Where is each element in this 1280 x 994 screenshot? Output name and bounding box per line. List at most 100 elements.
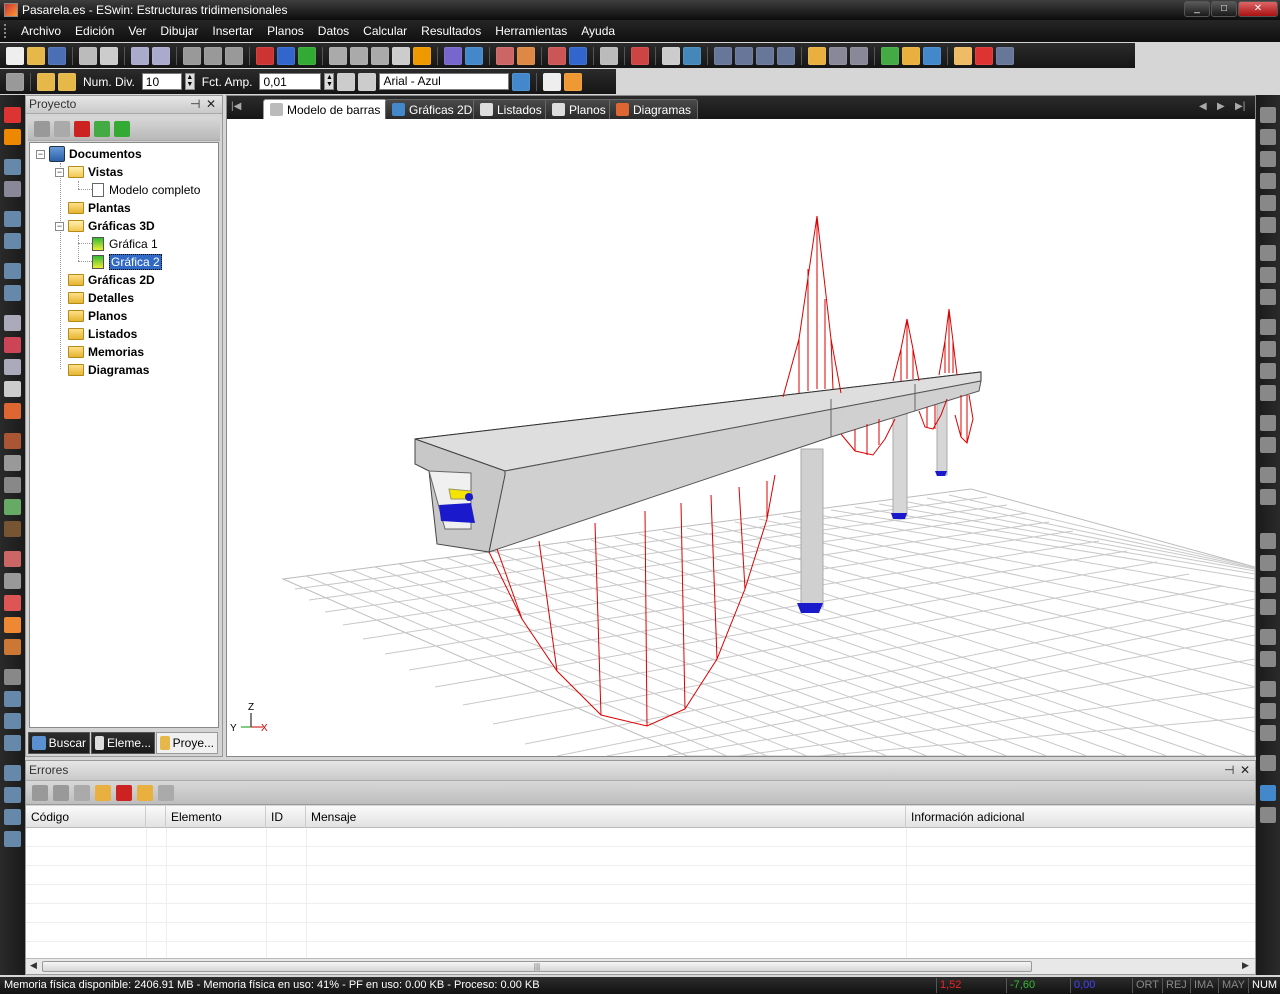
tool-6-icon[interactable]	[4, 233, 21, 249]
collapse-icon[interactable]: −	[55, 167, 64, 177]
align-4-icon[interactable]	[1260, 599, 1276, 615]
open-folder-icon[interactable]	[27, 46, 45, 65]
minimize-button[interactable]: _	[1184, 1, 1210, 17]
menu-resultados[interactable]: Resultados	[414, 20, 488, 42]
line-tool-icon[interactable]	[4, 315, 21, 331]
eraser-icon[interactable]	[517, 46, 535, 65]
color-icon[interactable]	[512, 72, 531, 91]
tool-1-icon[interactable]	[4, 107, 21, 123]
support-2[interactable]	[891, 513, 907, 519]
slab-icon[interactable]	[4, 455, 21, 471]
zoom-icon[interactable]	[329, 46, 347, 65]
structure-3d-canvas[interactable]: Z Y X	[227, 119, 1255, 756]
array-icon[interactable]	[1260, 245, 1276, 261]
tab-graficas-2d[interactable]: Gráficas 2D	[385, 99, 480, 119]
refresh-icon[interactable]	[975, 46, 993, 65]
select-error-icon[interactable]	[95, 784, 111, 801]
tool-7-icon[interactable]	[4, 263, 21, 279]
node-icon[interactable]	[1260, 385, 1276, 401]
prev-error-icon[interactable]	[32, 784, 48, 801]
load-2-icon[interactable]	[4, 713, 21, 729]
close-panel-icon[interactable]: ✕	[206, 96, 216, 113]
menu-herramientas[interactable]: Herramientas	[488, 20, 574, 42]
tab-listados[interactable]: Listados	[473, 99, 549, 119]
print-errors-icon[interactable]	[74, 784, 90, 801]
save-icon[interactable]	[48, 46, 66, 65]
col-informacion[interactable]: Información adicional	[906, 806, 1255, 828]
col-mensaje[interactable]: Mensaje	[306, 806, 906, 828]
line-icon[interactable]	[1260, 341, 1276, 357]
sum-blue-icon[interactable]	[277, 46, 295, 65]
pier-2[interactable]	[892, 413, 908, 517]
font-icon[interactable]	[358, 72, 377, 91]
hatch-4-icon[interactable]	[4, 617, 21, 633]
pin-icon[interactable]: ⊣	[190, 96, 200, 113]
nodes-icon[interactable]	[444, 46, 462, 65]
units-icon[interactable]	[996, 46, 1014, 65]
print-preview-icon[interactable]	[100, 46, 118, 65]
fill-tool-icon[interactable]	[4, 403, 21, 419]
layers-edit-icon[interactable]	[58, 72, 76, 91]
ec-icon[interactable]	[548, 46, 566, 65]
menu-edicion[interactable]: Edición	[68, 20, 121, 42]
scroll-left-icon[interactable]: ◀	[30, 960, 37, 971]
rotate-icon[interactable]	[1260, 129, 1276, 145]
grid-icon[interactable]	[808, 46, 826, 65]
grid-dots-icon[interactable]	[829, 46, 847, 65]
dimension-icon[interactable]	[1260, 415, 1276, 431]
tab-planos[interactable]: Planos	[545, 99, 613, 119]
tab-elementos[interactable]: Eleme...	[91, 732, 155, 754]
load-icon[interactable]	[4, 691, 21, 707]
menu-ayuda[interactable]: Ayuda	[574, 20, 622, 42]
menu-datos[interactable]: Datos	[311, 20, 356, 42]
new-file-icon[interactable]	[6, 46, 24, 65]
print-r-icon[interactable]	[1260, 807, 1276, 823]
project-sync-icon[interactable]	[114, 120, 130, 137]
wall-icon[interactable]	[4, 433, 21, 449]
menu-insertar[interactable]: Insertar	[205, 20, 260, 42]
dimension-2-icon[interactable]	[1260, 437, 1276, 453]
tree-node-modelo-completo[interactable]: Modelo completo	[92, 181, 200, 199]
delete-icon[interactable]	[183, 46, 201, 65]
distribute-icon[interactable]	[777, 46, 795, 65]
tab-buscar[interactable]: Buscar	[28, 732, 90, 754]
horizontal-scrollbar[interactable]: ◀ ||| ▶	[26, 958, 1255, 974]
collapse-icon[interactable]: −	[36, 149, 45, 159]
line-red-icon[interactable]	[4, 337, 21, 353]
note-icon[interactable]	[954, 46, 972, 65]
project-new-icon[interactable]	[34, 120, 50, 137]
tree-node-planos[interactable]: Planos	[68, 307, 127, 325]
angle-icon[interactable]	[902, 46, 920, 65]
layer-icon[interactable]	[600, 46, 618, 65]
num-div-spinner[interactable]: ▲ ▼	[184, 73, 195, 90]
zoom-error-icon[interactable]	[158, 784, 174, 801]
extend-icon[interactable]	[1260, 267, 1276, 283]
tab-modelo-de-barras[interactable]: Modelo de barras	[263, 99, 388, 119]
beam-icon[interactable]	[1260, 319, 1276, 335]
pencil-icon[interactable]	[496, 46, 514, 65]
sum-icon[interactable]	[256, 46, 274, 65]
check-icon[interactable]	[298, 46, 316, 65]
undo-icon[interactable]	[131, 46, 149, 65]
zoom-r-icon[interactable]	[1260, 785, 1276, 801]
redo-icon[interactable]	[152, 46, 170, 65]
close-errors-icon[interactable]: ✕	[1240, 761, 1250, 780]
scroll-right-icon[interactable]: ▶	[1242, 960, 1249, 971]
paste-icon[interactable]	[564, 72, 583, 91]
box-2-icon[interactable]	[1260, 703, 1276, 719]
view-icon[interactable]	[413, 46, 431, 65]
cross-2-icon[interactable]	[1260, 651, 1276, 667]
load-6-icon[interactable]	[4, 809, 21, 825]
zoom-out-icon[interactable]	[371, 46, 389, 65]
menu-dibujar[interactable]: Dibujar	[153, 20, 205, 42]
tool-5-icon[interactable]	[4, 211, 21, 227]
num-div-input[interactable]	[141, 73, 182, 90]
box-icon[interactable]	[1260, 681, 1276, 697]
col-elemento[interactable]: Elemento	[166, 806, 266, 828]
load-3-icon[interactable]	[4, 735, 21, 751]
pen-icon[interactable]	[1260, 489, 1276, 505]
tool-2-icon[interactable]	[4, 129, 21, 145]
tree-node-graficas-2d[interactable]: Gráficas 2D	[68, 271, 155, 289]
snap-icon[interactable]	[850, 46, 868, 65]
tree-node-grafica-1[interactable]: Gráfica 1	[92, 235, 158, 253]
